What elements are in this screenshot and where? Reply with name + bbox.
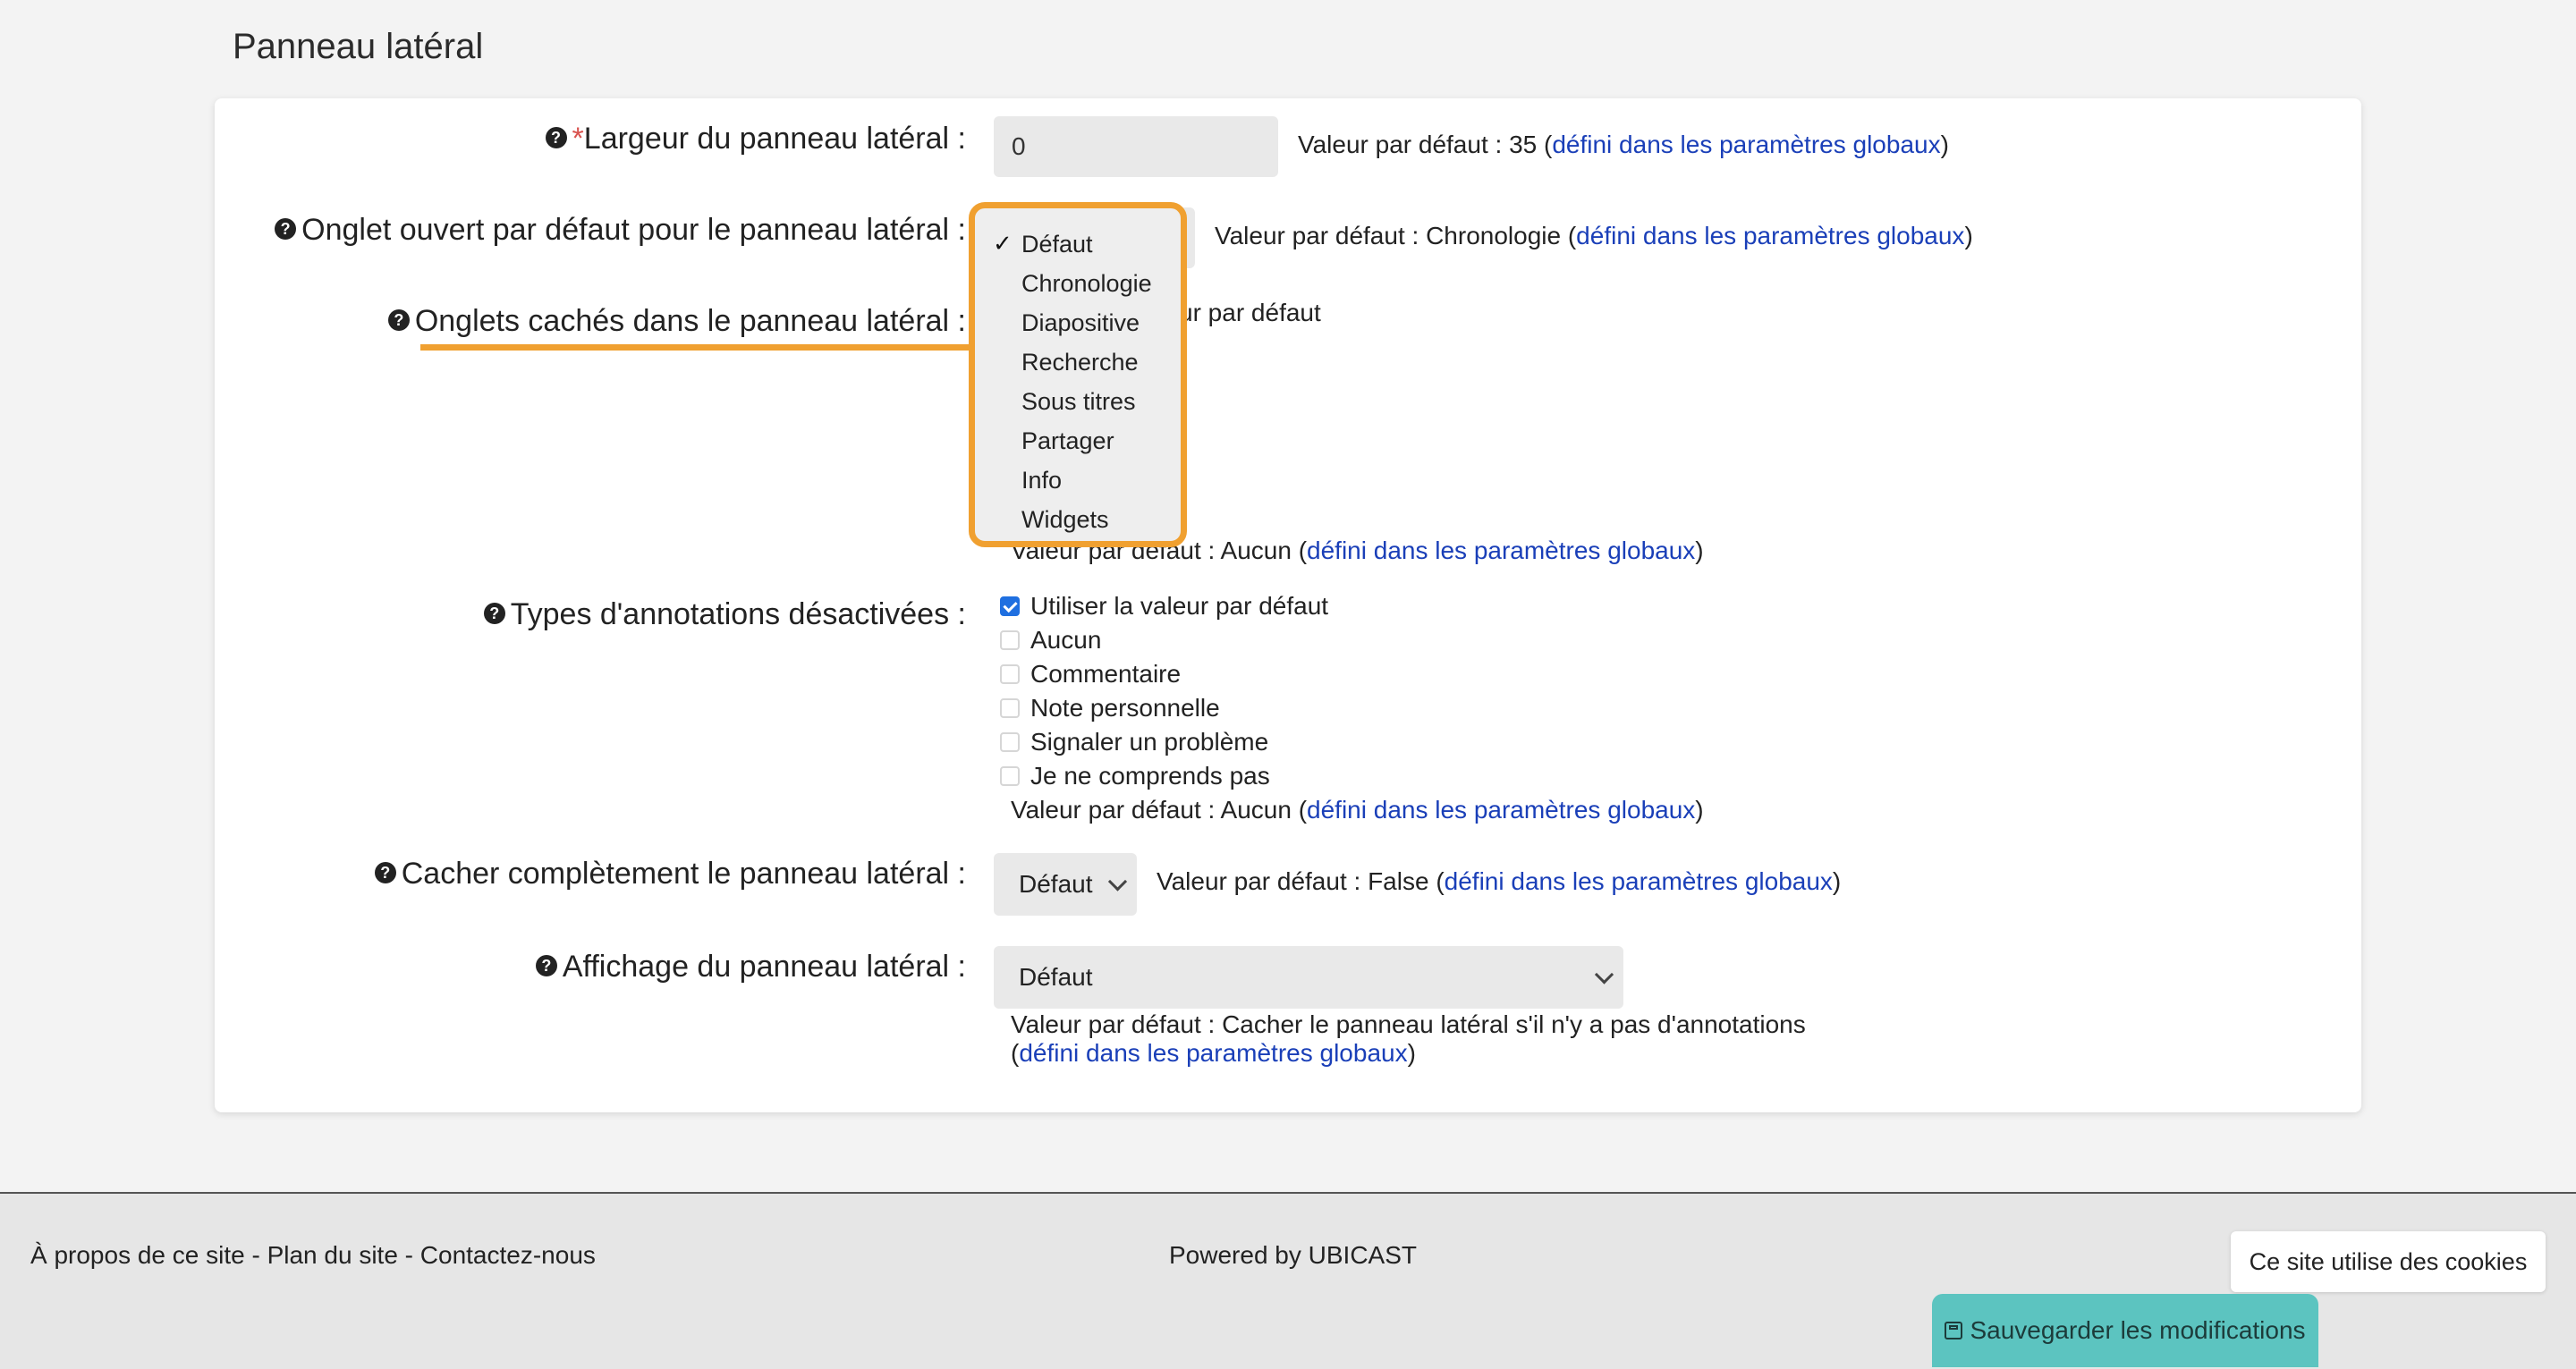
hidden-tabs-partial-hint: ur par défaut	[1179, 299, 1321, 326]
checkbox-commentaire[interactable]: Commentaire	[1000, 660, 1181, 689]
default-tab-label-text: Onglet ouvert par défaut pour le panneau…	[301, 213, 966, 247]
panel-display-selected-value: Défaut	[1019, 963, 1093, 991]
section-title: Panneau latéral	[233, 27, 484, 66]
dropdown-option-diapositive[interactable]: Diapositive	[1021, 309, 1140, 337]
width-label-text: Largeur du panneau latéral :	[583, 122, 966, 156]
panel-display-label-text: Affichage du panneau latéral :	[562, 950, 966, 984]
panel-display-default-hint-line2: (défini dans les paramètres globaux)	[1011, 1039, 1416, 1068]
checkbox-icon[interactable]	[1000, 630, 1020, 650]
hide-panel-default-hint: Valeur par défaut : False (défini dans l…	[1157, 867, 1841, 896]
checkbox-icon[interactable]	[1000, 663, 1020, 684]
annotation-types-label: ? Types d'annotations désactivées :	[483, 597, 966, 632]
hide-panel-label: ? Cacher complètement le panneau latéral …	[374, 857, 966, 892]
checkbox-label: Commentaire	[1030, 660, 1182, 688]
checkbox-label: Aucun	[1030, 626, 1102, 654]
default-tab-hint: Valeur par défaut : Chronologie (défini …	[1215, 222, 1973, 250]
default-tab-dropdown-menu: ✓ Défaut Chronologie Diapositive Recherc…	[969, 202, 1187, 547]
width-default-hint: Valeur par défaut : 35 (défini dans les …	[1298, 131, 1949, 159]
checkbox-signaler-probleme[interactable]: Signaler un problème	[1000, 728, 1268, 756]
dropdown-option-info[interactable]: Info	[1021, 467, 1062, 494]
checkbox-checked-icon[interactable]	[1000, 596, 1020, 616]
default-tab-label: ? Onglet ouvert par défaut pour le pannea…	[275, 213, 966, 248]
width-hint-text: Valeur par défaut : 35 (	[1298, 131, 1553, 158]
annotation-hint-text: Valeur par défaut : Aucun (	[1011, 796, 1308, 824]
help-icon[interactable]: ?	[483, 603, 505, 625]
global-settings-link[interactable]: défini dans les paramètres globaux	[1307, 796, 1695, 824]
footer-links[interactable]: À propos de ce site - Plan du site - Con…	[30, 1241, 596, 1270]
dropdown-option-widgets[interactable]: Widgets	[1021, 506, 1109, 534]
dropdown-option-sous-titres[interactable]: Sous titres	[1021, 388, 1136, 416]
annotation-types-label-text: Types d'annotations désactivées :	[510, 597, 966, 631]
highlight-underline	[420, 344, 975, 351]
global-settings-link[interactable]: défini dans les paramètres globaux	[1307, 537, 1695, 564]
global-settings-link[interactable]: défini dans les paramètres globaux	[1445, 867, 1833, 895]
check-icon: ✓	[993, 230, 1013, 257]
panel-display-default-hint-line1: Valeur par défaut : Cacher le panneau la…	[1011, 1010, 1806, 1038]
dropdown-option-chronologie[interactable]: Chronologie	[1021, 270, 1152, 298]
save-changes-button[interactable]: Sauvegarder les modifications	[1932, 1294, 2318, 1367]
hint-close-paren: )	[1832, 867, 1842, 895]
hide-panel-select[interactable]: Défaut	[994, 853, 1137, 916]
cookie-notice-button[interactable]: Ce site utilise des cookies	[2231, 1231, 2546, 1292]
powered-by: Powered by UBICAST	[1169, 1241, 1417, 1269]
help-icon[interactable]: ?	[545, 127, 567, 149]
checkbox-icon[interactable]	[1000, 765, 1020, 786]
hidden-tabs-label: ? Onglets cachés dans le panneau latéral …	[387, 304, 966, 339]
save-icon	[1945, 1321, 1963, 1339]
global-settings-link[interactable]: défini dans les paramètres globaux	[1576, 222, 1964, 249]
checkbox-note-personnelle[interactable]: Note personnelle	[1000, 694, 1220, 723]
checkbox-je-ne-comprends-pas[interactable]: Je ne comprends pas	[1000, 762, 1270, 790]
default-tab-hint-text: Valeur par défaut : Chronologie (	[1215, 222, 1577, 249]
annotation-types-default-hint: Valeur par défaut : Aucun (défini dans l…	[1011, 796, 1704, 824]
hint-close-paren: )	[1695, 537, 1704, 564]
dropdown-option-partager[interactable]: Partager	[1021, 427, 1114, 455]
global-settings-link[interactable]: défini dans les paramètres globaux	[1552, 131, 1940, 158]
hint-close-paren: )	[1964, 222, 1973, 249]
help-icon[interactable]: ?	[374, 862, 396, 884]
checkbox-aucun[interactable]: Aucun	[1000, 626, 1101, 655]
global-settings-link[interactable]: défini dans les paramètres globaux	[1019, 1039, 1407, 1067]
hide-panel-hint-text: Valeur par défaut : False (	[1157, 867, 1445, 895]
checkbox-label: Utiliser la valeur par défaut	[1030, 592, 1329, 620]
hint-close-paren: )	[1695, 796, 1704, 824]
checkbox-icon[interactable]	[1000, 697, 1020, 718]
save-button-label: Sauvegarder les modifications	[1970, 1316, 2306, 1344]
required-marker: *	[572, 122, 584, 156]
hint-open-paren: (	[1011, 1039, 1020, 1067]
width-input[interactable]: 0	[994, 116, 1278, 177]
checkbox-label: Je ne comprends pas	[1030, 762, 1270, 790]
width-label: ? *Largeur du panneau latéral :	[545, 122, 966, 156]
checkbox-use-default[interactable]: Utiliser la valeur par défaut	[1000, 592, 1328, 621]
dropdown-option-recherche[interactable]: Recherche	[1021, 349, 1139, 376]
panel-display-label: ? Affichage du panneau latéral :	[535, 950, 966, 984]
checkbox-label: Signaler un problème	[1030, 728, 1269, 756]
checkbox-icon[interactable]	[1000, 731, 1020, 752]
hide-panel-label-text: Cacher complètement le panneau latéral :	[401, 857, 966, 891]
checkbox-label: Note personnelle	[1030, 694, 1220, 722]
hint-close-paren: )	[1940, 131, 1949, 158]
chevron-down-icon	[1107, 872, 1128, 892]
hidden-tabs-label-text: Onglets cachés dans le panneau latéral :	[414, 304, 966, 338]
hint-close-paren: )	[1407, 1039, 1416, 1067]
help-icon[interactable]: ?	[387, 309, 410, 332]
hide-panel-selected-value: Défaut	[1019, 870, 1093, 898]
help-icon[interactable]: ?	[535, 955, 557, 977]
panel-display-select[interactable]: Défaut	[994, 946, 1623, 1009]
help-icon[interactable]: ?	[275, 218, 297, 241]
chevron-down-icon	[1594, 965, 1614, 984]
dropdown-option-defaut[interactable]: Défaut	[1021, 231, 1093, 258]
